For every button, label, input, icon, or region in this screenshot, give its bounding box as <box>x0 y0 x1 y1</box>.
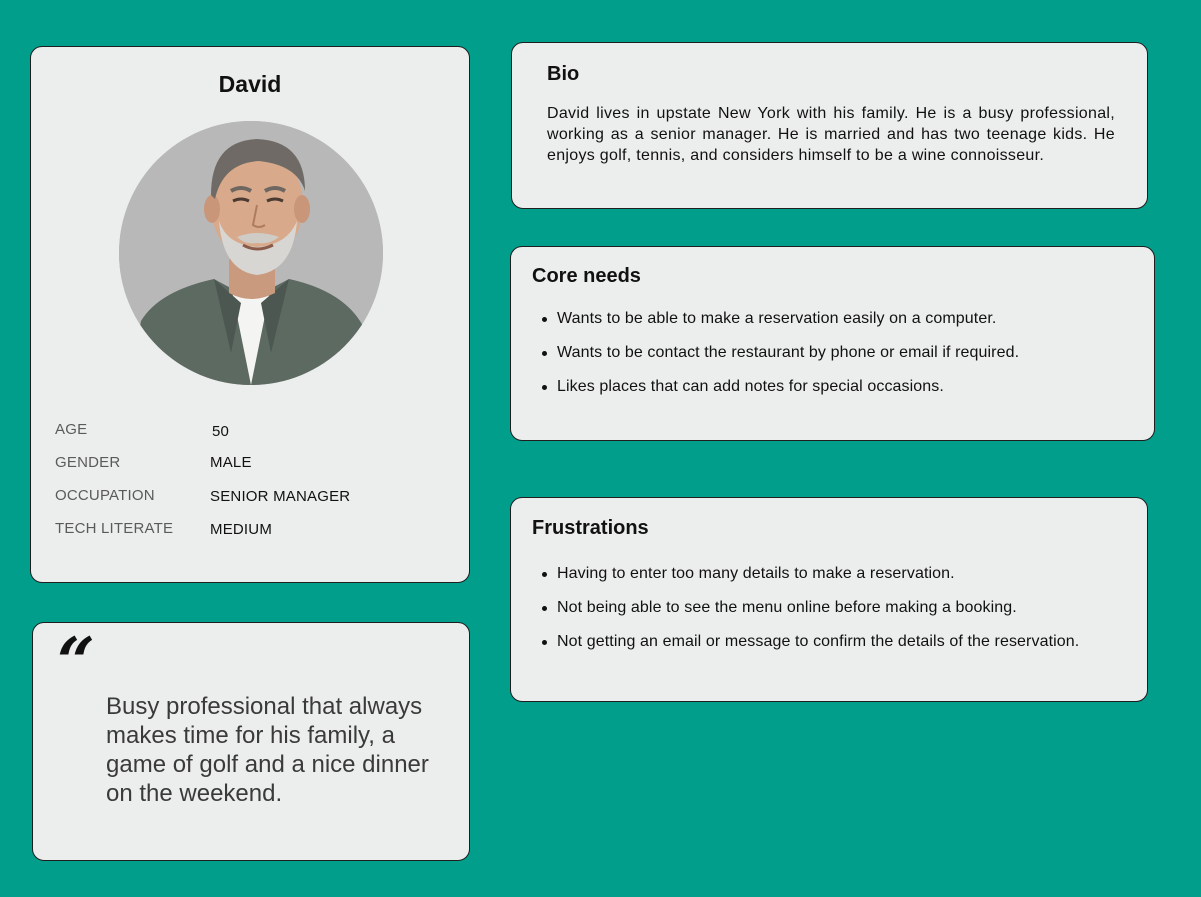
core-needs-card: Core needs Wants to be able to make a re… <box>510 246 1155 441</box>
age-value: 50 <box>212 423 230 440</box>
list-item: Wants to be contact the restaurant by ph… <box>533 343 1019 377</box>
attribute-row-tech-literate: TECH LITERATE MEDIUM <box>31 520 469 544</box>
list-item: Having to enter too many details to make… <box>533 564 1079 598</box>
bio-text: David lives in upstate New York with his… <box>547 105 1115 164</box>
occupation-label: OCCUPATION <box>55 487 155 504</box>
profile-card: David AGE 50 GENDER MALE OCCUPATION SENI… <box>30 46 470 583</box>
core-needs-title: Core needs <box>532 265 641 287</box>
occupation-value: SENIOR MANAGER <box>210 488 351 505</box>
quote-mark-icon: “ <box>57 623 95 701</box>
bio-card: Bio David lives in upstate New York with… <box>511 42 1148 209</box>
frustrations-title: Frustrations <box>532 517 649 539</box>
quote-text: Busy professional that always makes time… <box>106 693 429 807</box>
tech-literate-label: TECH LITERATE <box>55 520 174 537</box>
attribute-row-gender: GENDER MALE <box>31 454 469 478</box>
attribute-row-age: AGE 50 <box>31 421 469 445</box>
core-needs-list: Wants to be able to make a reservation e… <box>533 309 1019 411</box>
avatar-image <box>119 121 383 385</box>
list-item: Not being able to see the menu online be… <box>533 598 1079 632</box>
age-label: AGE <box>55 421 88 438</box>
attribute-row-occupation: OCCUPATION SENIOR MANAGER <box>31 487 469 511</box>
gender-value: MALE <box>210 454 252 471</box>
bio-title: Bio <box>547 63 580 85</box>
gender-label: GENDER <box>55 454 121 471</box>
tech-literate-value: MEDIUM <box>210 521 273 538</box>
list-item: Wants to be able to make a reservation e… <box>533 309 1019 343</box>
list-item: Not getting an email or message to confi… <box>533 632 1079 666</box>
persona-name: David <box>218 71 282 97</box>
frustrations-list: Having to enter too many details to make… <box>533 564 1079 666</box>
quote-card: “ Busy professional that always makes ti… <box>32 622 470 861</box>
list-item: Likes places that can add notes for spec… <box>533 377 1019 411</box>
frustrations-card: Frustrations Having to enter too many de… <box>510 497 1148 702</box>
avatar <box>119 121 383 385</box>
